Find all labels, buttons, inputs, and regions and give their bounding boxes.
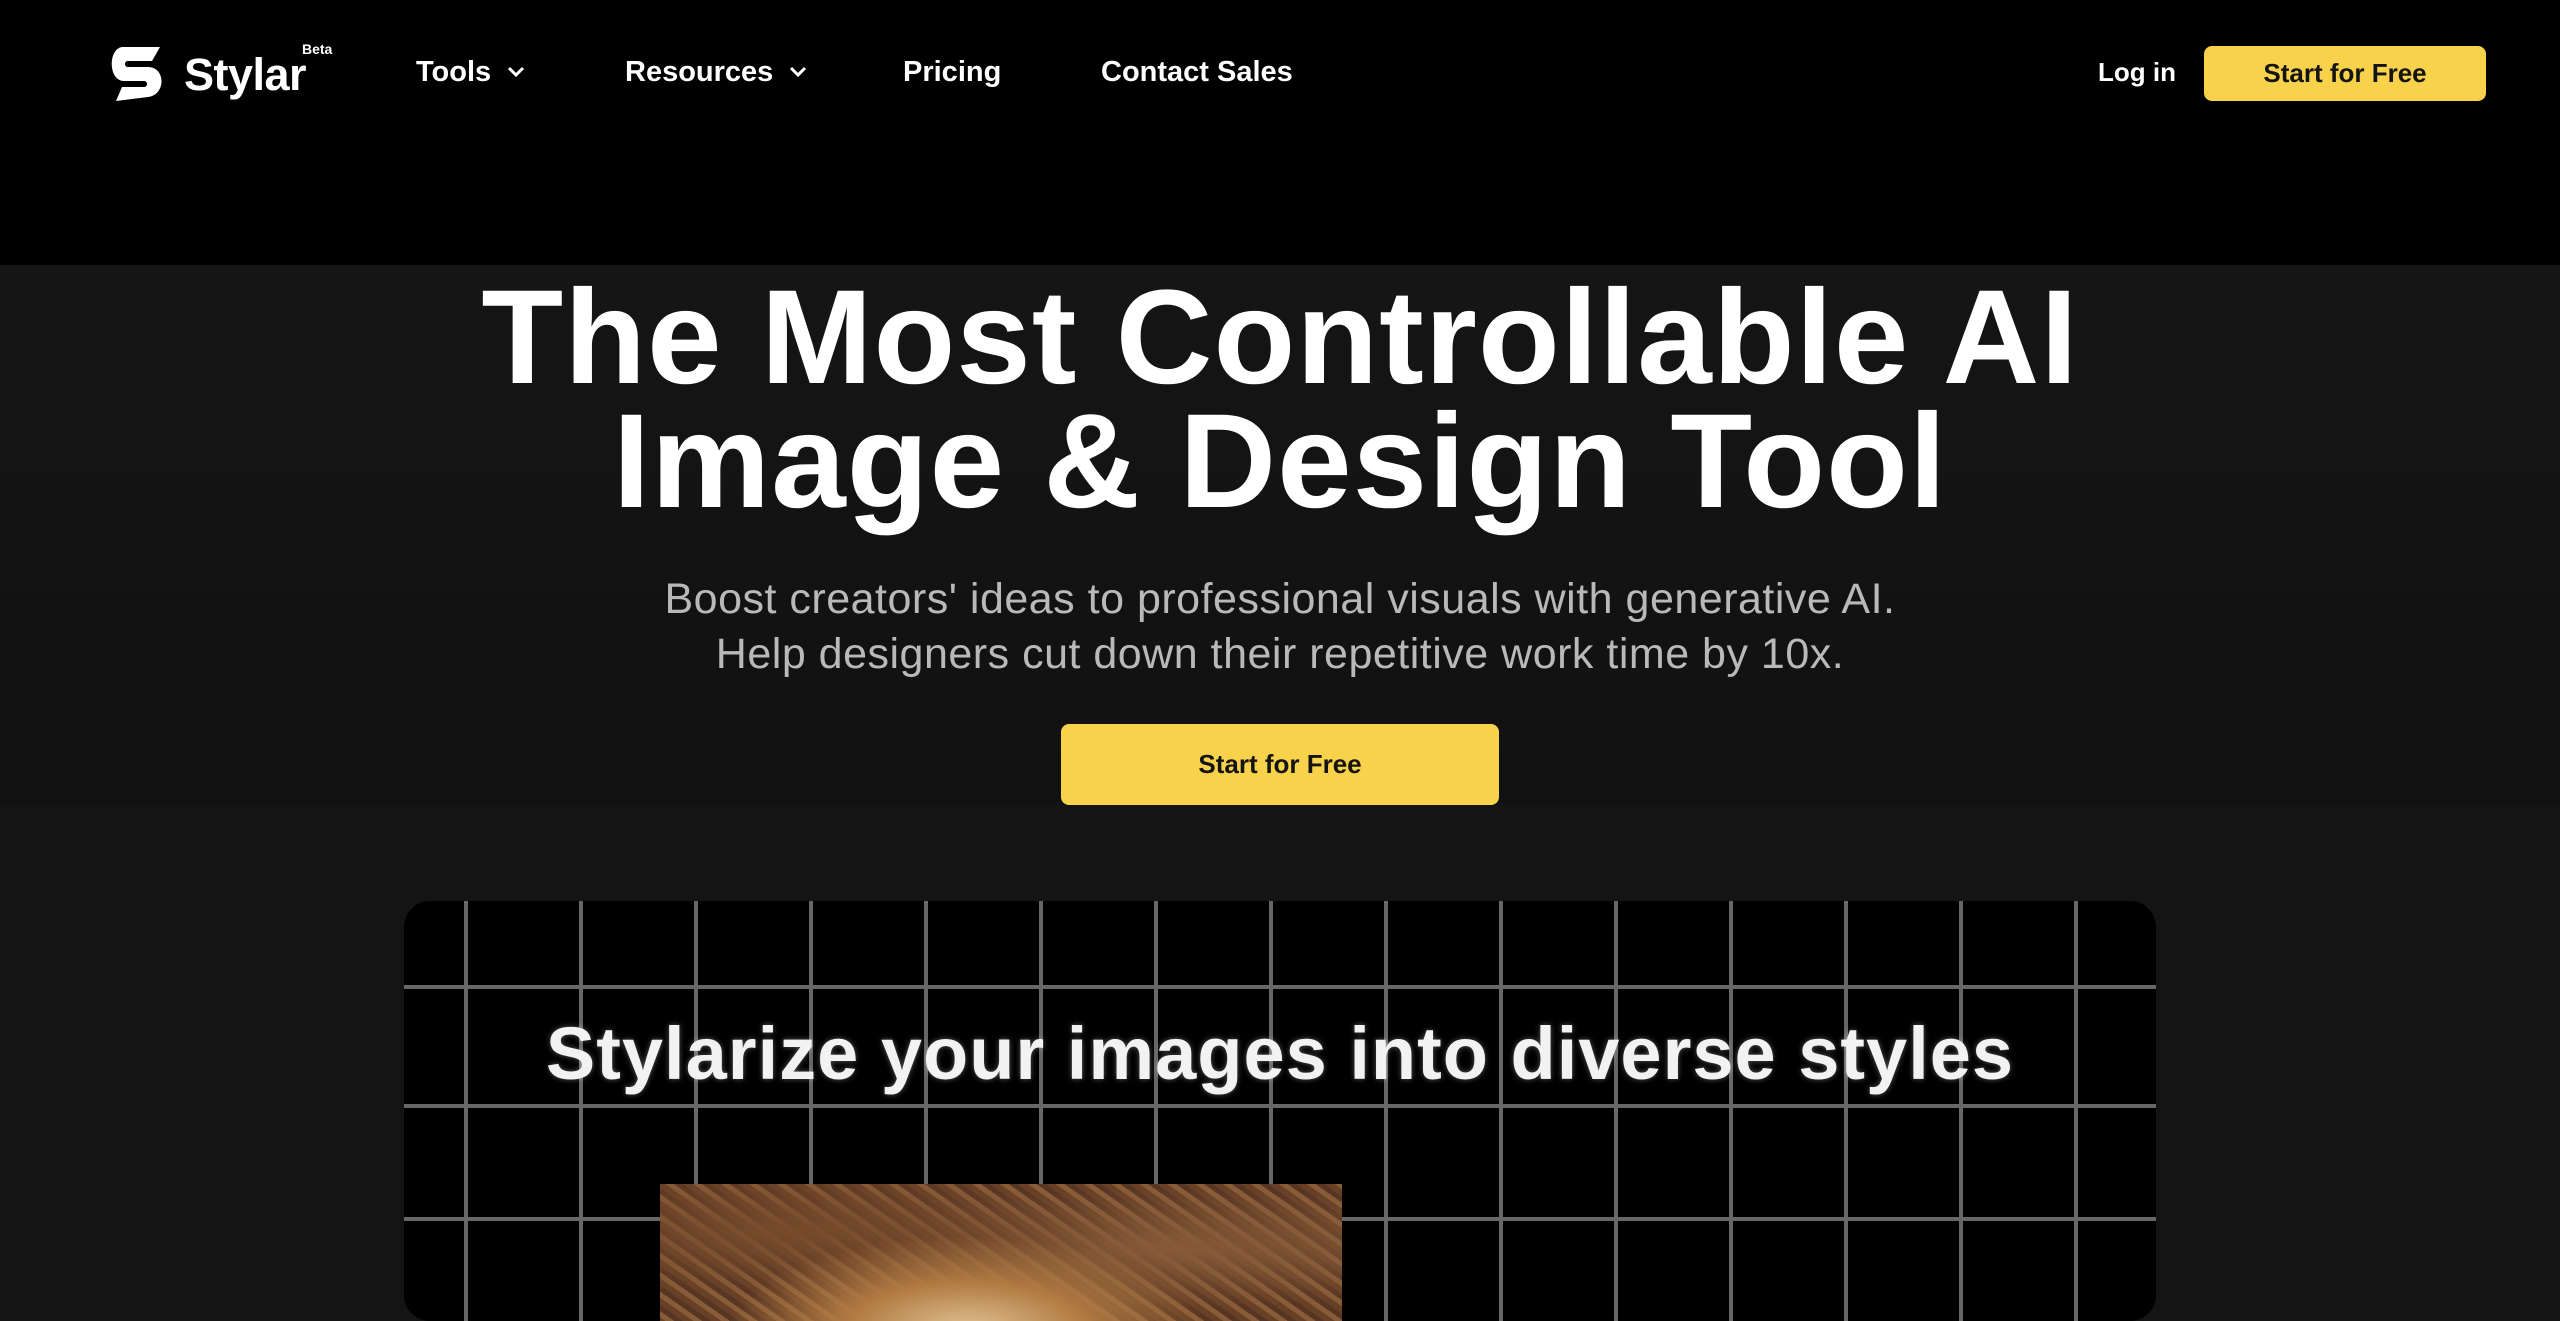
top-navigation-bar: Stylar Beta Tools Resources Pricing Cont… bbox=[0, 0, 2560, 265]
showcase-video[interactable]: Stylarize your images into diverse style… bbox=[404, 901, 2156, 1321]
nav-tools[interactable]: Tools bbox=[416, 52, 525, 92]
start-free-button-header[interactable]: Start for Free bbox=[2204, 46, 2486, 101]
beta-badge: Beta bbox=[302, 41, 333, 57]
hero-subtitle: Boost creators' ideas to professional vi… bbox=[0, 572, 2560, 682]
nav-pricing-label: Pricing bbox=[903, 55, 1002, 88]
hero-title: The Most Controllable AI Image & Design … bbox=[0, 271, 2560, 529]
nav-tools-label: Tools bbox=[416, 55, 492, 88]
nav-pricing[interactable]: Pricing bbox=[903, 52, 1001, 92]
nav-resources[interactable]: Resources bbox=[625, 52, 807, 92]
start-free-button-hero[interactable]: Start for Free bbox=[1061, 724, 1499, 805]
stylar-logo-icon bbox=[111, 47, 162, 101]
showcase-title: Stylarize your images into diverse style… bbox=[545, 1012, 2015, 1095]
nav-contact-sales-label: Contact Sales bbox=[1101, 55, 1293, 88]
chevron-down-icon bbox=[790, 66, 807, 78]
nav-resources-label: Resources bbox=[625, 55, 774, 88]
sample-image bbox=[660, 1184, 1342, 1321]
hero-subtitle-line-1: Boost creators' ideas to professional vi… bbox=[664, 575, 1896, 623]
hero-subtitle-line-2: Help designers cut down their repetitive… bbox=[715, 630, 1845, 678]
nav-contact-sales[interactable]: Contact Sales bbox=[1101, 52, 1293, 92]
hero-title-line-2: Image & Design Tool bbox=[612, 387, 1948, 536]
chevron-down-icon bbox=[508, 66, 525, 78]
login-link[interactable]: Log in bbox=[2098, 52, 2176, 92]
brand-logo[interactable]: Stylar Beta bbox=[108, 41, 332, 104]
brand-name: Stylar bbox=[184, 48, 307, 100]
